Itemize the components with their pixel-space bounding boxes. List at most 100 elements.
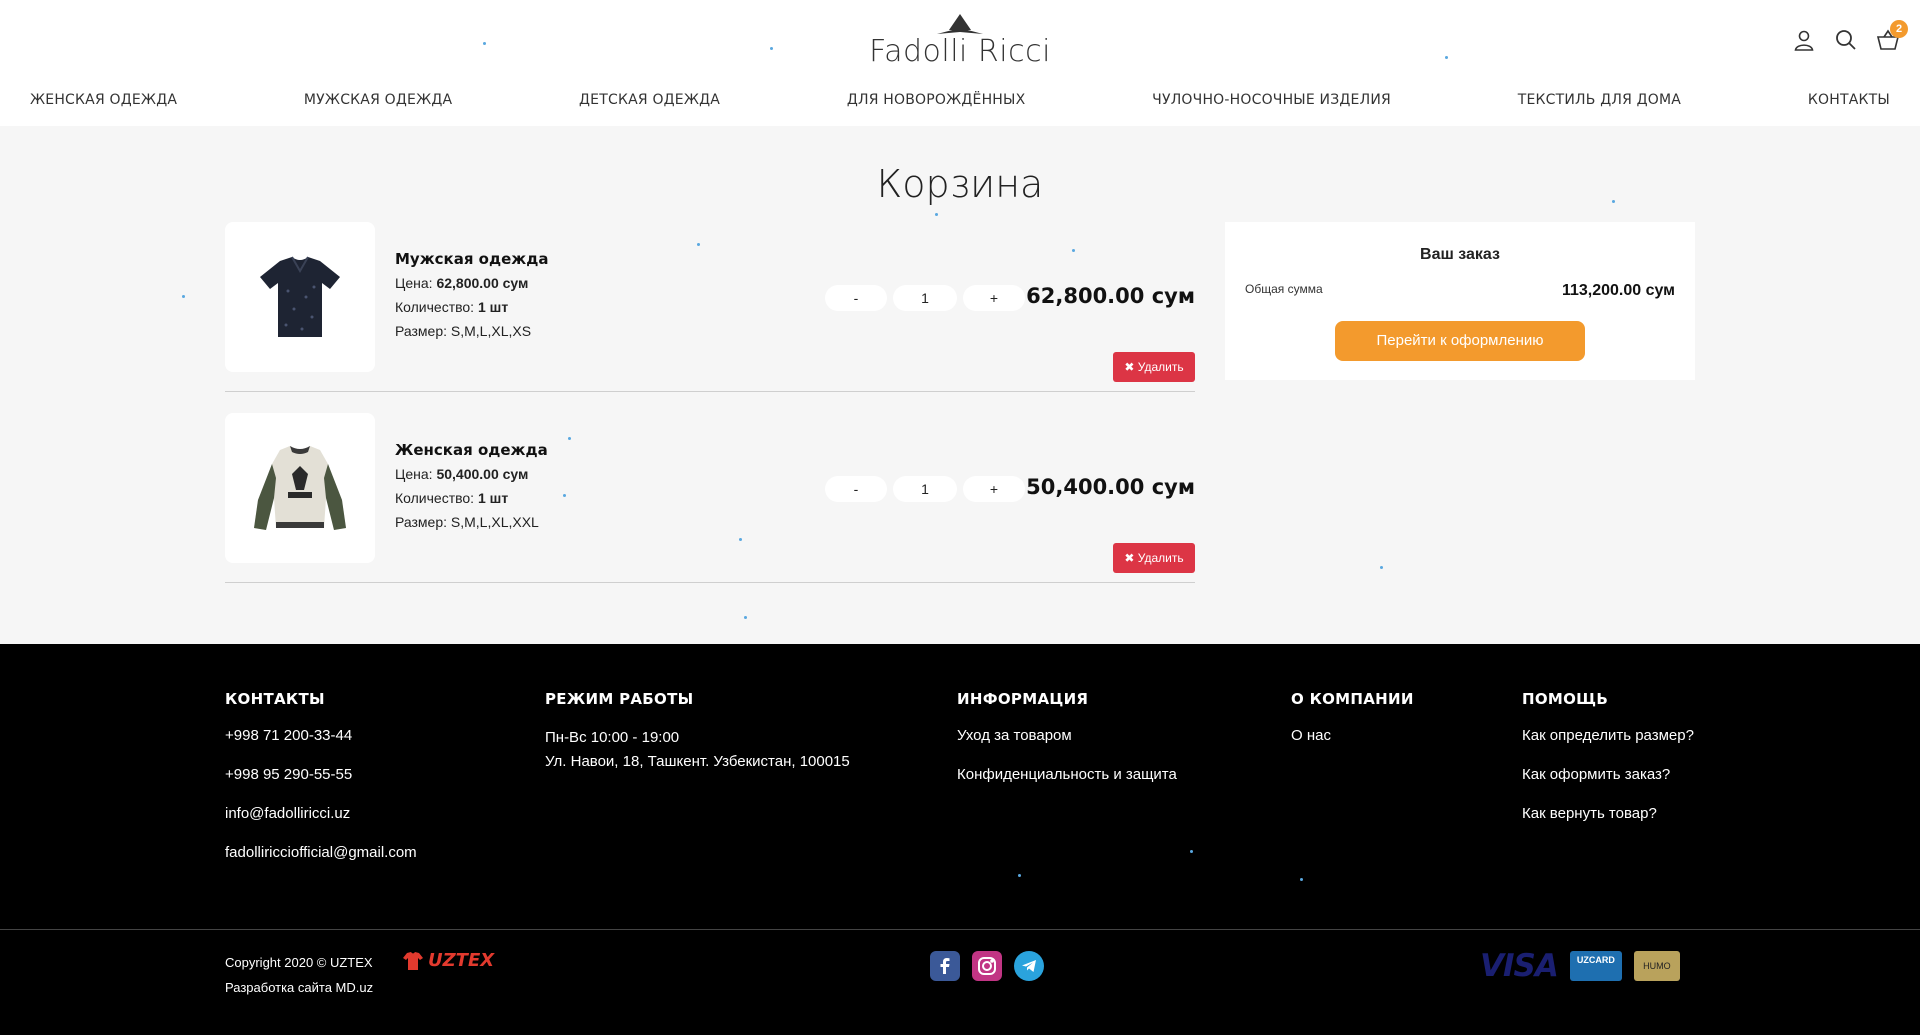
footer-company: О КОМПАНИИ О нас bbox=[1291, 690, 1414, 765]
product-size: Размер: S,M,L,XL,XS bbox=[395, 323, 532, 339]
delete-button[interactable]: ✖ Удалить bbox=[1113, 543, 1195, 573]
snow-dot bbox=[1380, 566, 1383, 569]
product-size: Размер: S,M,L,XL,XXL bbox=[395, 514, 539, 530]
snow-dot bbox=[182, 295, 185, 298]
working-hours: Пн-Вс 10:00 - 19:00 bbox=[545, 729, 680, 746]
uztex-logo[interactable]: UZTEX bbox=[402, 950, 494, 971]
footer-heading: ПОМОЩЬ bbox=[1522, 690, 1609, 708]
logo[interactable]: Fadolli Ricci bbox=[860, 12, 1060, 76]
payment-methods: VISA UZCARD HUMO bbox=[1480, 948, 1680, 984]
product-price: Цена: 50,400.00 сум bbox=[395, 466, 529, 482]
email-link[interactable]: fadolliricciofficial@gmail.com bbox=[225, 843, 417, 863]
cart-item: Женская одежда Цена: 50,400.00 сум Колич… bbox=[225, 413, 1195, 583]
page-title: Корзина bbox=[876, 162, 1044, 206]
delete-button[interactable]: ✖ Удалить bbox=[1113, 352, 1195, 382]
snow-dot bbox=[1300, 878, 1303, 881]
product-image[interactable] bbox=[225, 413, 375, 563]
increase-button[interactable]: + bbox=[963, 285, 1025, 311]
main-nav: ЖЕНСКАЯ ОДЕЖДА МУЖСКАЯ ОДЕЖДА ДЕТСКАЯ ОД… bbox=[0, 92, 1920, 118]
footer-hours: РЕЖИМ РАБОТЫ Пн-Вс 10:00 - 19:00 Ул. Нав… bbox=[545, 690, 850, 774]
quantity-value[interactable]: 1 bbox=[893, 476, 957, 502]
facebook-icon[interactable] bbox=[930, 951, 960, 981]
snow-dot bbox=[935, 213, 938, 216]
phone-link[interactable]: +998 71 200-33-44 bbox=[225, 726, 417, 746]
line-total: 62,800.00 сум bbox=[1026, 284, 1195, 308]
footer-help: ПОМОЩЬ Как определить размер? Как оформи… bbox=[1522, 690, 1694, 843]
footer-link[interactable]: Как вернуть товар? bbox=[1522, 804, 1694, 824]
nav-item-mens[interactable]: МУЖСКАЯ ОДЕЖДА bbox=[304, 92, 452, 118]
snow-dot bbox=[563, 494, 566, 497]
social-links bbox=[930, 951, 1044, 981]
developer-credit[interactable]: Разработка сайта MD.uz bbox=[225, 975, 373, 1000]
address: Ул. Навои, 18, Ташкент. Узбекистан, 1000… bbox=[545, 753, 850, 770]
product-quantity: Количество: 1 шт bbox=[395, 490, 509, 506]
snow-dot bbox=[697, 243, 700, 246]
user-icon[interactable] bbox=[1792, 28, 1816, 52]
snow-dot bbox=[744, 616, 747, 619]
nav-item-womens[interactable]: ЖЕНСКАЯ ОДЕЖДА bbox=[30, 92, 177, 118]
uztex-logo-text: UZTEX bbox=[428, 950, 495, 971]
footer-link[interactable]: Как определить размер? bbox=[1522, 726, 1694, 746]
footer-link[interactable]: Как оформить заказ? bbox=[1522, 765, 1694, 785]
polo-shirt-icon bbox=[260, 256, 340, 337]
phone-link[interactable]: +998 95 290-55-55 bbox=[225, 765, 417, 785]
snow-dot bbox=[1445, 56, 1448, 59]
telegram-icon[interactable] bbox=[1014, 951, 1044, 981]
nav-item-newborn[interactable]: ДЛЯ НОВОРОЖДЁННЫХ bbox=[847, 92, 1026, 118]
quantity-value[interactable]: 1 bbox=[893, 285, 957, 311]
line-total: 50,400.00 сум bbox=[1026, 475, 1195, 499]
decrease-button[interactable]: - bbox=[825, 285, 887, 311]
product-price: Цена: 62,800.00 сум bbox=[395, 275, 529, 291]
cart-icon[interactable]: 2 bbox=[1876, 20, 1908, 52]
nav-item-kids[interactable]: ДЕТСКАЯ ОДЕЖДА bbox=[579, 92, 720, 118]
search-icon[interactable] bbox=[1834, 28, 1858, 52]
header-actions: 2 bbox=[1792, 20, 1908, 52]
snow-dot bbox=[1190, 850, 1193, 853]
logo-hat-icon bbox=[937, 14, 983, 34]
site-footer: КОНТАКТЫ +998 71 200-33-44 +998 95 290-5… bbox=[0, 644, 1920, 1035]
order-total-value: 113,200.00 сум bbox=[1561, 282, 1675, 299]
tshirt-icon bbox=[403, 951, 423, 970]
logo-text: Fadolli Ricci bbox=[869, 34, 1051, 69]
snow-dot bbox=[1072, 249, 1075, 252]
product-quantity: Количество: 1 шт bbox=[395, 299, 509, 315]
footer-heading: О КОМПАНИИ bbox=[1291, 690, 1414, 708]
instagram-icon[interactable] bbox=[972, 951, 1002, 981]
footer-heading: ИНФОРМАЦИЯ bbox=[957, 690, 1089, 708]
sweatshirt-icon bbox=[254, 446, 346, 530]
product-info: Женская одежда Цена: 50,400.00 сум Колич… bbox=[395, 441, 548, 537]
quantity-stepper: - 1 + bbox=[825, 476, 1025, 502]
email-link[interactable]: info@fadolliricci.uz bbox=[225, 804, 417, 824]
snow-dot bbox=[770, 47, 773, 50]
copyright-text: Copyright 2020 © UZTEX bbox=[225, 955, 373, 970]
order-title: Ваш заказ bbox=[1420, 246, 1500, 263]
humo-logo: HUMO bbox=[1633, 951, 1680, 981]
nav-item-home-textile[interactable]: ТЕКСТИЛЬ ДЛЯ ДОМА bbox=[1518, 92, 1681, 118]
product-name[interactable]: Мужская одежда bbox=[395, 250, 548, 268]
order-summary: Ваш заказ Общая сумма 113,200.00 сум Пер… bbox=[1225, 222, 1695, 380]
increase-button[interactable]: + bbox=[963, 476, 1025, 502]
footer-divider bbox=[0, 929, 1920, 930]
visa-logo: VISA bbox=[1480, 948, 1559, 984]
footer-link[interactable]: Конфиденциальность и защита bbox=[957, 765, 1177, 785]
footer-heading: РЕЖИМ РАБОТЫ bbox=[545, 690, 694, 708]
cart-item: Мужская одежда Цена: 62,800.00 сум Колич… bbox=[225, 222, 1195, 392]
uzcard-logo: UZCARD bbox=[1569, 951, 1622, 981]
footer-info: ИНФОРМАЦИЯ Уход за товаром Конфиденциаль… bbox=[957, 690, 1177, 804]
product-image[interactable] bbox=[225, 222, 375, 372]
footer-link[interactable]: Уход за товаром bbox=[957, 726, 1177, 746]
snow-dot bbox=[1612, 200, 1615, 203]
footer-contacts: КОНТАКТЫ +998 71 200-33-44 +998 95 290-5… bbox=[225, 690, 417, 882]
footer-link[interactable]: О нас bbox=[1291, 726, 1414, 746]
snow-dot bbox=[483, 42, 486, 45]
nav-item-hosiery[interactable]: ЧУЛОЧНО-НОСОЧНЫЕ ИЗДЕЛИЯ bbox=[1152, 92, 1391, 118]
quantity-stepper: - 1 + bbox=[825, 285, 1025, 311]
site-header: Fadolli Ricci 2 ЖЕНСКАЯ ОДЕЖДА МУЖСКАЯ О… bbox=[0, 0, 1920, 126]
cart-count-badge: 2 bbox=[1890, 20, 1908, 38]
order-total-label: Общая сумма bbox=[1245, 282, 1323, 296]
decrease-button[interactable]: - bbox=[825, 476, 887, 502]
product-name[interactable]: Женская одежда bbox=[395, 441, 548, 459]
snow-dot bbox=[739, 538, 742, 541]
checkout-button[interactable]: Перейти к оформлению bbox=[1335, 321, 1585, 361]
nav-item-contacts[interactable]: КОНТАКТЫ bbox=[1808, 92, 1890, 118]
